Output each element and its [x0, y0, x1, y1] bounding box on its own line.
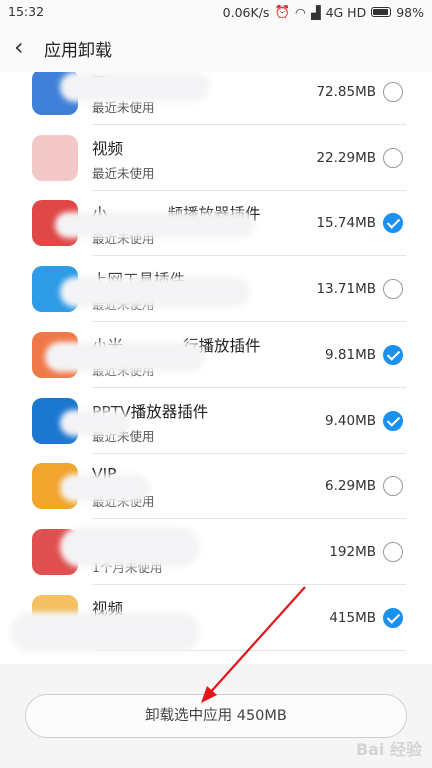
- back-icon[interactable]: ‹: [14, 34, 36, 60]
- app-size: 22.29MB: [316, 149, 376, 166]
- app-size: 9.40MB: [325, 412, 376, 429]
- status-time: 15:32: [8, 4, 45, 19]
- battery-level: 98%: [396, 4, 424, 20]
- battery-icon: [371, 7, 392, 17]
- app-row[interactable]: 视频最近未使用 22.29MB: [0, 126, 432, 191]
- privacy-smudge: [60, 474, 150, 502]
- wifi-icon: ◠: [295, 4, 306, 20]
- privacy-smudge: [10, 612, 200, 652]
- title-bar: ‹ 应用卸载: [0, 24, 432, 72]
- app-size: 15.74MB: [316, 215, 376, 232]
- watermark: Bai 经验: [355, 740, 422, 759]
- privacy-smudge: [60, 72, 210, 102]
- unchecked-checkbox[interactable]: [383, 279, 403, 300]
- app-size: 9.81MB: [325, 346, 376, 363]
- network-type: 4G HD: [325, 4, 367, 20]
- unchecked-checkbox[interactable]: [383, 476, 403, 497]
- checked-checkbox[interactable]: [383, 344, 403, 365]
- app-last-used: 最近未使用: [92, 165, 155, 181]
- privacy-smudge: [45, 342, 205, 372]
- privacy-smudge: [60, 410, 130, 436]
- app-icon: [32, 134, 78, 181]
- unchecked-checkbox[interactable]: [383, 541, 403, 562]
- app-size: 192MB: [329, 543, 376, 560]
- page-title: 应用卸载: [44, 41, 112, 61]
- app-size: 13.71MB: [316, 281, 376, 298]
- app-size: 6.29MB: [325, 478, 376, 495]
- network-speed: 0.06K/s: [222, 4, 270, 20]
- checked-checkbox[interactable]: [383, 213, 403, 234]
- checked-checkbox[interactable]: [383, 410, 403, 431]
- privacy-smudge: [55, 212, 255, 238]
- alarm-icon: ⏰: [274, 4, 291, 19]
- privacy-smudge: [60, 527, 200, 567]
- status-right: 0.06K/s ⏰ ◠ ▟ 4G HD 98%: [223, 4, 424, 20]
- checked-checkbox[interactable]: [383, 607, 403, 628]
- app-size: 415MB: [329, 609, 376, 626]
- app-size: 72.85MB: [316, 84, 376, 100]
- privacy-smudge: [60, 277, 250, 307]
- app-list[interactable]: 万最近未使用72.85MB视频最近未使用22.29MB小频播放器插件最近未使用1…: [0, 72, 432, 664]
- unchecked-checkbox[interactable]: [383, 82, 403, 102]
- app-name: 视频: [92, 139, 124, 158]
- status-bar: 15:32 0.06K/s ⏰ ◠ ▟ 4G HD 98%: [0, 0, 432, 24]
- signal-icon: ▟: [310, 4, 321, 20]
- uninstall-selected-button[interactable]: 卸载选中应用 450MB: [25, 694, 407, 738]
- unchecked-checkbox[interactable]: [383, 147, 403, 168]
